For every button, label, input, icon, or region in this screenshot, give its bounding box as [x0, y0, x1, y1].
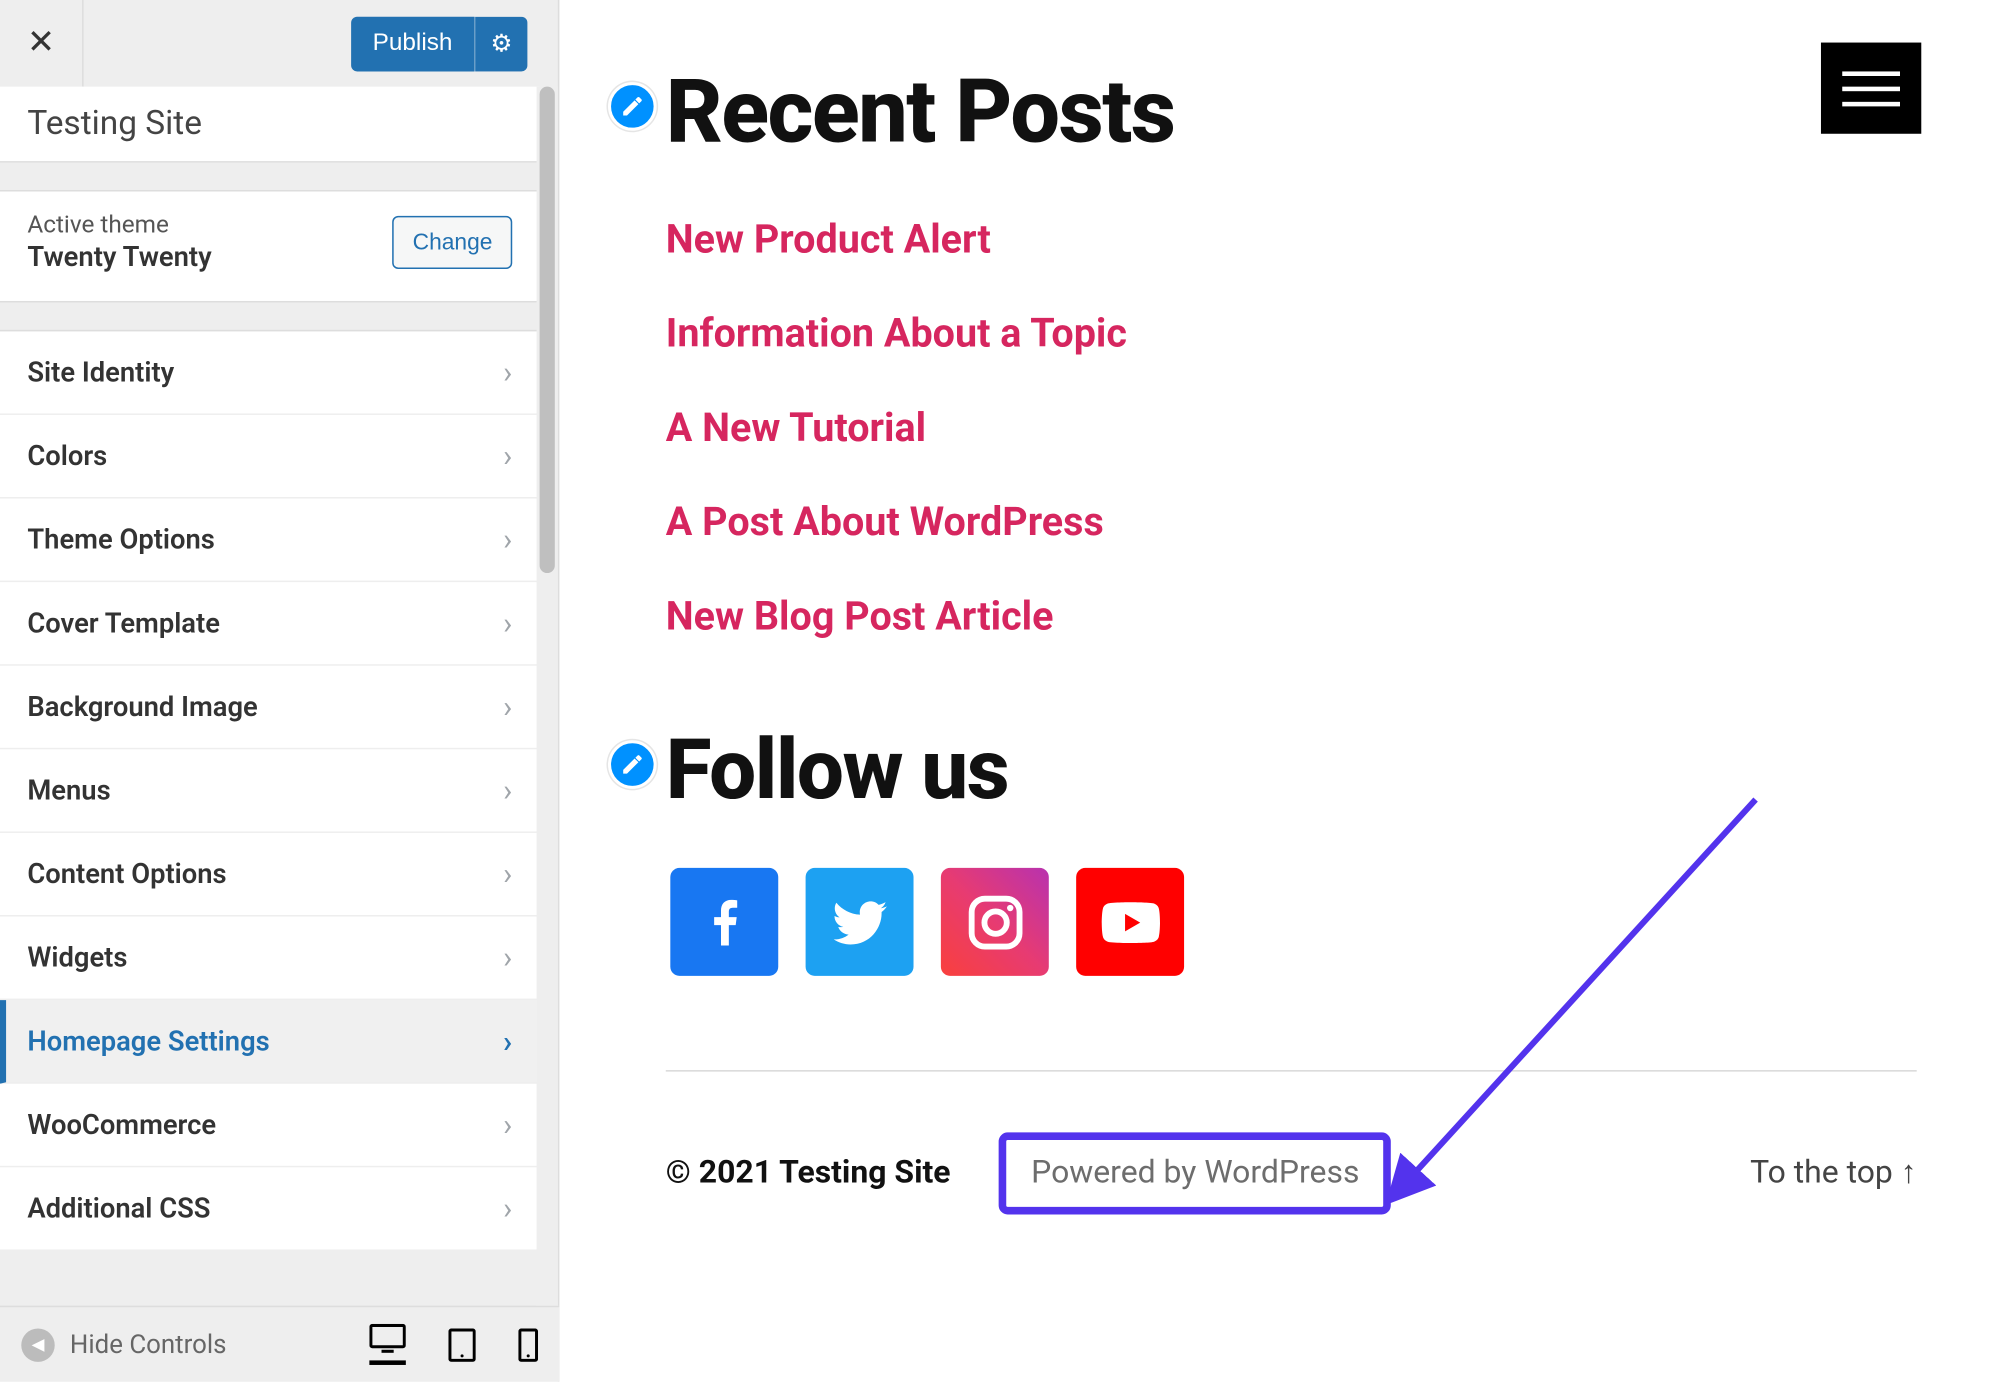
recent-posts-list: New Product Alert Information About a To…: [666, 217, 1999, 640]
section-theme-options[interactable]: Theme Options ›: [0, 499, 540, 583]
chevron-right-icon: ›: [503, 1107, 512, 1143]
section-label: Background Image: [27, 691, 257, 723]
post-link[interactable]: New Product Alert: [666, 217, 1999, 263]
publish-button[interactable]: Publish: [351, 16, 473, 71]
close-button[interactable]: ✕: [0, 0, 84, 87]
customizer-footer: ◄ Hide Controls: [0, 1306, 559, 1382]
chevron-right-icon: ›: [503, 1023, 512, 1059]
facebook-icon: [694, 891, 755, 952]
facebook-link[interactable]: [670, 868, 778, 976]
section-cover-template[interactable]: Cover Template ›: [0, 582, 540, 666]
collapse-arrow-icon: ◄: [21, 1328, 54, 1361]
social-links-row: [670, 868, 1999, 976]
active-theme-text: Active theme Twenty Twenty: [27, 210, 211, 274]
post-link[interactable]: Information About a Topic: [666, 312, 1999, 358]
footer-divider: [666, 1070, 1917, 1072]
device-preview-switcher: [369, 1324, 538, 1365]
copyright-text: © 2021 Testing Site: [666, 1155, 951, 1191]
chevron-right-icon: ›: [503, 689, 512, 725]
post-link[interactable]: A New Tutorial: [666, 406, 1999, 452]
chevron-right-icon: ›: [503, 939, 512, 975]
section-colors[interactable]: Colors ›: [0, 415, 540, 499]
active-theme-name: Twenty Twenty: [27, 242, 211, 274]
chevron-right-icon: ›: [503, 1190, 512, 1226]
gear-icon: ⚙: [490, 31, 512, 57]
section-label: Theme Options: [27, 524, 215, 556]
recent-posts-heading: Recent Posts: [666, 61, 1999, 164]
youtube-icon: [1095, 887, 1165, 957]
section-label: Additional CSS: [27, 1192, 210, 1224]
chevron-right-icon: ›: [503, 521, 512, 557]
section-widgets[interactable]: Widgets ›: [0, 917, 540, 1001]
chevron-right-icon: ›: [503, 605, 512, 641]
section-menus[interactable]: Menus ›: [0, 749, 540, 833]
instagram-link[interactable]: [941, 868, 1049, 976]
post-link[interactable]: A Post About WordPress: [666, 500, 1999, 546]
chevron-right-icon: ›: [503, 772, 512, 808]
chevron-right-icon: ›: [503, 354, 512, 390]
active-theme-row: Active theme Twenty Twenty Change: [0, 190, 540, 302]
section-homepage-settings[interactable]: Homepage Settings ›: [0, 1000, 540, 1084]
powered-by-link[interactable]: Powered by WordPress: [999, 1132, 1391, 1214]
to-top-link[interactable]: To the top ↑: [1750, 1155, 1917, 1191]
sidebar-scrollbar[interactable]: [537, 87, 558, 1306]
device-mobile-icon[interactable]: [518, 1328, 538, 1361]
customizer-panel: ✕ Publish ⚙ Testing Site Active theme Tw…: [0, 0, 559, 1382]
customizer-section-list: Site Identity › Colors › Theme Options ›…: [0, 330, 540, 1306]
section-label: Menus: [27, 774, 110, 806]
preview-footer: © 2021 Testing Site Powered by WordPress…: [582, 1132, 1999, 1214]
section-label: Colors: [27, 440, 107, 472]
follow-us-heading: Follow us: [666, 722, 1999, 819]
device-desktop-icon[interactable]: [369, 1324, 405, 1365]
section-label: Site Identity: [27, 356, 174, 388]
section-label: Cover Template: [27, 607, 220, 639]
pencil-icon: [620, 752, 644, 776]
section-background-image[interactable]: Background Image ›: [0, 666, 540, 750]
hide-controls-label: Hide Controls: [70, 1329, 227, 1359]
section-label: Homepage Settings: [27, 1025, 269, 1057]
post-link[interactable]: New Blog Post Article: [666, 594, 1999, 640]
site-name-link[interactable]: Testing Site: [0, 87, 540, 163]
section-label: Widgets: [27, 942, 127, 974]
publish-settings-button[interactable]: ⚙: [474, 16, 528, 71]
section-label: Content Options: [27, 858, 226, 890]
section-site-identity[interactable]: Site Identity ›: [0, 331, 540, 415]
change-theme-button[interactable]: Change: [393, 215, 512, 268]
publish-area: Publish ⚙: [351, 16, 539, 71]
active-theme-label: Active theme: [27, 210, 211, 239]
hide-controls-button[interactable]: ◄ Hide Controls: [21, 1328, 226, 1361]
preview-pane: Recent Posts New Product Alert Informati…: [582, 0, 1999, 1382]
chevron-right-icon: ›: [503, 856, 512, 892]
customizer-top-bar: ✕ Publish ⚙: [0, 0, 540, 87]
section-additional-css[interactable]: Additional CSS ›: [0, 1167, 540, 1251]
instagram-icon: [963, 890, 1027, 954]
twitter-icon: [828, 890, 892, 954]
chevron-right-icon: ›: [503, 438, 512, 474]
section-content-options[interactable]: Content Options ›: [0, 833, 540, 917]
edit-shortcut-button[interactable]: [608, 740, 657, 789]
scrollbar-thumb[interactable]: [540, 87, 555, 573]
device-tablet-icon[interactable]: [448, 1328, 475, 1361]
pencil-icon: [620, 94, 644, 118]
youtube-link[interactable]: [1076, 868, 1184, 976]
twitter-link[interactable]: [806, 868, 914, 976]
section-woocommerce[interactable]: WooCommerce ›: [0, 1084, 540, 1168]
edit-shortcut-button[interactable]: [608, 82, 657, 131]
section-label: WooCommerce: [27, 1109, 216, 1141]
